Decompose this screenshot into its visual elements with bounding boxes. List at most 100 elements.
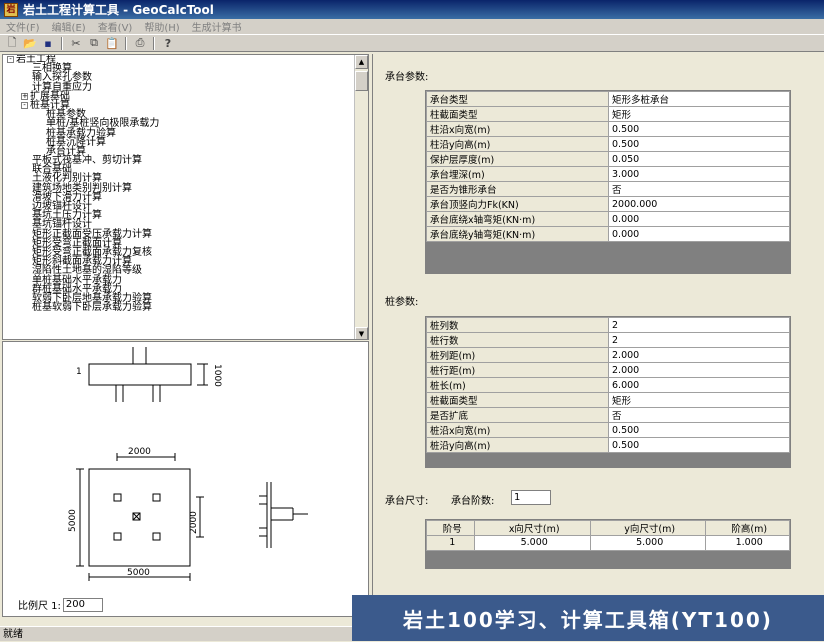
- elevation-label: 1: [76, 367, 82, 377]
- grid-row: 桩行距(m) 2.000: [426, 362, 790, 378]
- scroll-thumb[interactable]: [355, 71, 368, 91]
- param-name: 柱沿x向宽(m): [426, 121, 609, 137]
- column-header: 阶号: [425, 520, 476, 536]
- cut-icon[interactable]: ✂: [68, 36, 84, 50]
- scroll-down-icon[interactable]: ▼: [355, 327, 368, 339]
- param-name: 承台类型: [426, 91, 609, 107]
- param-name: 承台底绕x轴弯矩(KN·m): [426, 211, 609, 227]
- title-bar: 岩 岩土工程计算工具 - GeoCalcTool: [0, 0, 824, 19]
- param-value[interactable]: 2.000: [608, 347, 790, 363]
- toolbar-separator: [153, 36, 155, 50]
- grid-row: 桩列数 2: [426, 317, 790, 333]
- pile-params-label: 桩参数:: [385, 297, 419, 308]
- param-name: 是否为锥形承台: [426, 181, 609, 197]
- param-value[interactable]: 3.000: [608, 166, 790, 182]
- param-value[interactable]: 2000.000: [608, 196, 790, 212]
- param-value[interactable]: 0.500: [608, 136, 790, 152]
- grid-row: 是否扩底否: [426, 407, 790, 423]
- tree-scrollbar[interactable]: ▲ ▼: [354, 55, 368, 339]
- menu-bar: 文件(F) 编辑(E) 查看(V) 帮助(H) 生成计算书: [0, 19, 824, 34]
- param-value[interactable]: 0.000: [608, 226, 790, 242]
- plan-view: [76, 453, 204, 581]
- cap-size-label: 承台尺寸:: [385, 496, 429, 507]
- table-cell[interactable]: 5.000: [589, 535, 707, 551]
- param-name: 承台顶竖向力Fk(KN): [426, 196, 609, 212]
- table-cell: 1: [425, 535, 476, 551]
- param-value[interactable]: 0.000: [608, 211, 790, 227]
- grid-row: 桩行数 2: [426, 332, 790, 348]
- watermark-banner: 岩土100学习、计算工具箱(YT100): [352, 595, 824, 641]
- param-value[interactable]: 0.500: [608, 437, 790, 453]
- column-header: x向尺寸(m): [474, 520, 591, 536]
- table-row: 1 5.000 5.000 1.000: [425, 535, 790, 551]
- param-value[interactable]: 0.500: [608, 422, 790, 438]
- cap-size-grid: 阶号 x向尺寸(m) y向尺寸(m) 阶高(m) 1 5.000 5.000 1.000: [425, 519, 791, 569]
- param-name: 桩行距(m): [426, 362, 609, 378]
- menu-generate-report[interactable]: 生成计算书: [186, 19, 248, 34]
- new-file-icon[interactable]: 🗋: [4, 36, 20, 50]
- grid-row: 桩沿y向高(m) 0.500: [426, 437, 790, 453]
- paste-icon[interactable]: 📋: [104, 36, 120, 50]
- collapse-icon[interactable]: -: [21, 101, 28, 109]
- param-name: 保护层厚度(m): [426, 151, 609, 167]
- menu-help[interactable]: 帮助(H): [138, 19, 185, 34]
- param-value[interactable]: 2: [608, 332, 790, 348]
- param-value[interactable]: 6.000: [608, 377, 790, 393]
- table-cell[interactable]: 1.000: [705, 535, 790, 551]
- menu-edit[interactable]: 编辑(E): [46, 19, 92, 34]
- elevation-height-dim: 1000: [212, 364, 222, 387]
- cap-params-label: 承台参数:: [385, 72, 429, 83]
- grid-row: 承台底绕x轴弯矩(KN·m) 0.000: [426, 211, 790, 227]
- menu-file[interactable]: 文件(F): [0, 19, 46, 34]
- grid-row: 柱沿x向宽(m) 0.500: [426, 121, 790, 137]
- grid-row: 桩列距(m) 2.000: [426, 347, 790, 363]
- open-folder-icon[interactable]: 📂: [22, 36, 38, 50]
- pile-cap-drawing: 1 1000 2000 5000 2000 5000: [68, 347, 308, 581]
- param-name: 桩沿x向宽(m): [426, 422, 609, 438]
- scroll-up-icon[interactable]: ▲: [355, 55, 368, 69]
- tier-count-label: 承台阶数:: [451, 496, 495, 507]
- grid-row: 桩截面类型 矩形: [426, 392, 790, 408]
- print-icon[interactable]: ⎙: [132, 36, 148, 50]
- tier-count-input[interactable]: [511, 490, 551, 505]
- help-icon[interactable]: ?: [160, 36, 176, 50]
- app-icon: 岩: [4, 2, 18, 17]
- param-name: 柱截面类型: [426, 106, 609, 122]
- grid-row: 柱截面类型 矩形: [426, 106, 790, 122]
- copy-icon[interactable]: ⧉: [86, 36, 102, 50]
- tree-item-label: 桩基软弱下卧层承载力验算: [32, 302, 152, 314]
- param-value[interactable]: 0.050: [608, 151, 790, 167]
- plan-top-width-dim: 2000: [128, 447, 151, 457]
- pile-params-grid: 桩列数 2 桩行数 2 桩列距(m) 2.000 桩行距(m) 2.000 桩长(m) 6.000…: [425, 316, 791, 468]
- scale-label: 比例尺 1:: [18, 601, 61, 612]
- drawing-panel: 1 1000 2000 5000 2000 5000: [2, 341, 369, 617]
- grid-header-row: 阶号 x向尺寸(m) y向尺寸(m) 阶高(m): [425, 520, 790, 536]
- param-value[interactable]: 否: [608, 181, 790, 197]
- param-name: 承台埋深(m): [426, 166, 609, 182]
- expand-icon[interactable]: +: [21, 92, 28, 100]
- param-value[interactable]: 2: [608, 317, 790, 333]
- menu-view[interactable]: 查看(V): [92, 19, 139, 34]
- grid-row: 保护层厚度(m) 0.050: [426, 151, 790, 167]
- param-name: 是否扩底: [426, 407, 609, 423]
- table-cell[interactable]: 5.000: [474, 535, 591, 551]
- param-value[interactable]: 矩形: [608, 106, 790, 122]
- grid-row: 承台底绕y轴弯矩(KN·m) 0.000: [426, 226, 790, 242]
- grid-row: 桩长(m) 6.000: [426, 377, 790, 393]
- param-value[interactable]: 2.000: [608, 362, 790, 378]
- param-name: 桩列数: [426, 317, 609, 333]
- param-value[interactable]: 矩形多桩承台: [608, 91, 790, 107]
- grid-row: 柱沿y向高(m) 0.500: [426, 136, 790, 152]
- toolbar-separator: [61, 36, 63, 50]
- column-header: y向尺寸(m): [589, 520, 707, 536]
- param-value[interactable]: 0.500: [608, 121, 790, 137]
- grid-row: 承台埋深(m) 3.000: [426, 166, 790, 182]
- save-icon[interactable]: ▪: [40, 36, 56, 50]
- param-name: 桩长(m): [426, 377, 609, 393]
- collapse-icon[interactable]: -: [7, 56, 14, 63]
- tree-item[interactable]: 桩基软弱下卧层承载力验算: [3, 302, 355, 314]
- param-value[interactable]: 矩形: [608, 392, 790, 408]
- scale-input[interactable]: [62, 597, 103, 612]
- param-value[interactable]: 否: [608, 407, 790, 423]
- elevation-view: [88, 347, 208, 402]
